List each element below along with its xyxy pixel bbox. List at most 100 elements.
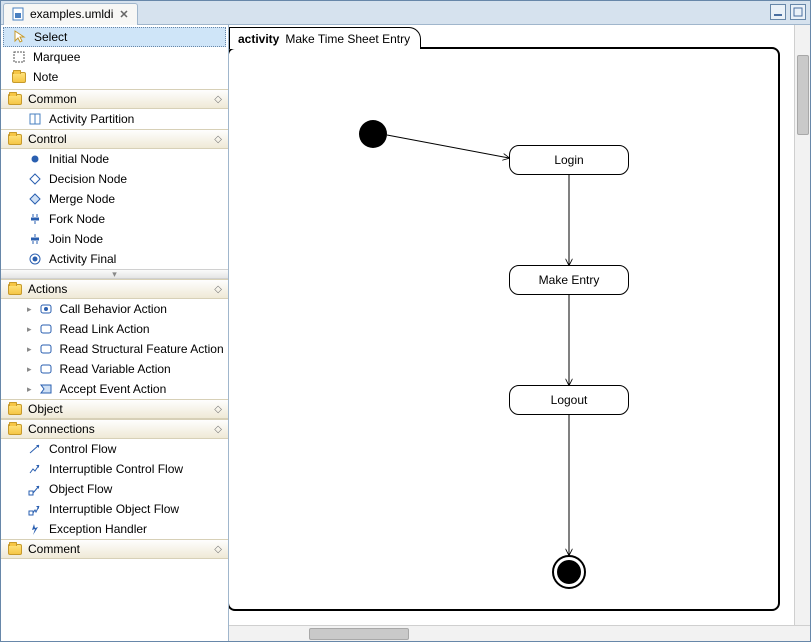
action-icon [38, 361, 54, 377]
canvas-wrap: activity Make Time Sheet Entry Login Mak… [229, 25, 810, 641]
drawer-label: Object [28, 402, 63, 416]
activity-final-node[interactable] [552, 555, 586, 589]
item-label: Read Link Action [60, 322, 150, 336]
action-icon [38, 341, 54, 357]
horizontal-scrollbar[interactable] [229, 625, 810, 641]
item-label: Activity Final [49, 252, 116, 266]
folder-icon [7, 281, 23, 297]
item-object-flow[interactable]: Object Flow [1, 479, 228, 499]
marquee-icon [11, 49, 27, 65]
expand-icon: ▸ [27, 364, 32, 375]
item-initial-node[interactable]: Initial Node [1, 149, 228, 169]
folder-icon [7, 401, 23, 417]
tool-marquee[interactable]: Marquee [1, 47, 228, 67]
drawer-connections[interactable]: Connections ◇ [1, 419, 228, 439]
item-read-structural[interactable]: ▸ Read Structural Feature Action [1, 339, 228, 359]
folder-icon [7, 421, 23, 437]
activity-frame [229, 47, 780, 611]
activity-final-inner [557, 560, 581, 584]
item-join-node[interactable]: Join Node [1, 229, 228, 249]
file-tab[interactable]: examples.umldi ✕ [3, 3, 138, 25]
activity-title: Make Time Sheet Entry [285, 32, 410, 46]
join-node-icon [27, 231, 43, 247]
item-call-behavior[interactable]: ▸ Call Behavior Action [1, 299, 228, 319]
scrollbar-thumb[interactable] [797, 55, 809, 135]
item-control-flow[interactable]: Control Flow [1, 439, 228, 459]
item-label: Object Flow [49, 482, 112, 496]
item-label: Merge Node [49, 192, 115, 206]
palette-tools: Select Marquee Note [1, 25, 228, 89]
action-icon [38, 301, 54, 317]
tab-title: examples.umldi [30, 7, 113, 21]
item-read-link[interactable]: ▸ Read Link Action [1, 319, 228, 339]
folder-icon [7, 131, 23, 147]
item-label: Control Flow [49, 442, 116, 456]
drawer-control[interactable]: Control ◇ [1, 129, 228, 149]
canvas-row: activity Make Time Sheet Entry Login Mak… [229, 25, 810, 625]
node-login[interactable]: Login [509, 145, 629, 175]
note-icon [11, 69, 27, 85]
item-fork-node[interactable]: Fork Node [1, 209, 228, 229]
node-logout[interactable]: Logout [509, 385, 629, 415]
activity-final-icon [27, 251, 43, 267]
item-label: Activity Partition [49, 112, 134, 126]
pin-icon: ◇ [214, 424, 222, 435]
drawer-label: Actions [28, 282, 67, 296]
editor-body: Select Marquee Note Common ◇ Activity Pa… [1, 25, 810, 641]
drawer-actions[interactable]: Actions ◇ [1, 279, 228, 299]
item-label: Initial Node [49, 152, 109, 166]
initial-node-icon [27, 151, 43, 167]
drawer-label: Comment [28, 542, 80, 556]
vertical-scrollbar[interactable] [794, 25, 810, 625]
scrollbar-thumb[interactable] [309, 628, 409, 640]
activity-title-tab[interactable]: activity Make Time Sheet Entry [229, 27, 421, 49]
drawer-label: Connections [28, 422, 95, 436]
item-label: Exception Handler [49, 522, 147, 536]
item-exception-handler[interactable]: Exception Handler [1, 519, 228, 539]
pin-icon: ◇ [214, 544, 222, 555]
pin-icon: ◇ [214, 134, 222, 145]
window-controls [770, 4, 806, 20]
item-activity-partition[interactable]: Activity Partition [1, 109, 228, 129]
diagram-canvas[interactable]: activity Make Time Sheet Entry Login Mak… [229, 25, 794, 625]
item-merge-node[interactable]: Merge Node [1, 189, 228, 209]
drawer-common[interactable]: Common ◇ [1, 89, 228, 109]
drawer-comment[interactable]: Comment ◇ [1, 539, 228, 559]
expand-icon: ▸ [27, 384, 32, 395]
item-interruptible-control-flow[interactable]: Interruptible Control Flow [1, 459, 228, 479]
minimize-button[interactable] [770, 4, 786, 20]
item-accept-event[interactable]: ▸ Accept Event Action [1, 379, 228, 399]
expand-icon: ▸ [27, 324, 32, 335]
item-activity-final[interactable]: Activity Final [1, 249, 228, 269]
file-icon [10, 6, 26, 22]
control-flow-icon [27, 441, 43, 457]
expand-icon: ▸ [27, 304, 32, 315]
fork-node-icon [27, 211, 43, 227]
item-label: Call Behavior Action [60, 302, 167, 316]
tab-bar: examples.umldi ✕ [1, 1, 810, 25]
initial-node[interactable] [359, 120, 387, 148]
node-label: Login [554, 153, 583, 167]
tool-label: Note [33, 70, 58, 84]
pin-icon: ◇ [214, 404, 222, 415]
item-label: Decision Node [49, 172, 127, 186]
item-label: Read Structural Feature Action [60, 342, 224, 356]
activity-keyword: activity [238, 32, 279, 46]
close-icon[interactable]: ✕ [117, 8, 130, 21]
item-label: Accept Event Action [60, 382, 167, 396]
node-label: Logout [551, 393, 588, 407]
item-read-variable[interactable]: ▸ Read Variable Action [1, 359, 228, 379]
item-label: Interruptible Control Flow [49, 462, 183, 476]
item-interruptible-object-flow[interactable]: Interruptible Object Flow [1, 499, 228, 519]
tool-note[interactable]: Note [1, 67, 228, 87]
drawer-object[interactable]: Object ◇ [1, 399, 228, 419]
cursor-icon [12, 29, 28, 45]
node-make-entry[interactable]: Make Entry [509, 265, 629, 295]
item-label: Interruptible Object Flow [49, 502, 179, 516]
drawer-collapser[interactable]: ▾ [1, 269, 228, 279]
maximize-button[interactable] [790, 4, 806, 20]
partition-icon [27, 111, 43, 127]
node-label: Make Entry [539, 273, 600, 287]
tool-select[interactable]: Select [3, 27, 226, 47]
item-decision-node[interactable]: Decision Node [1, 169, 228, 189]
